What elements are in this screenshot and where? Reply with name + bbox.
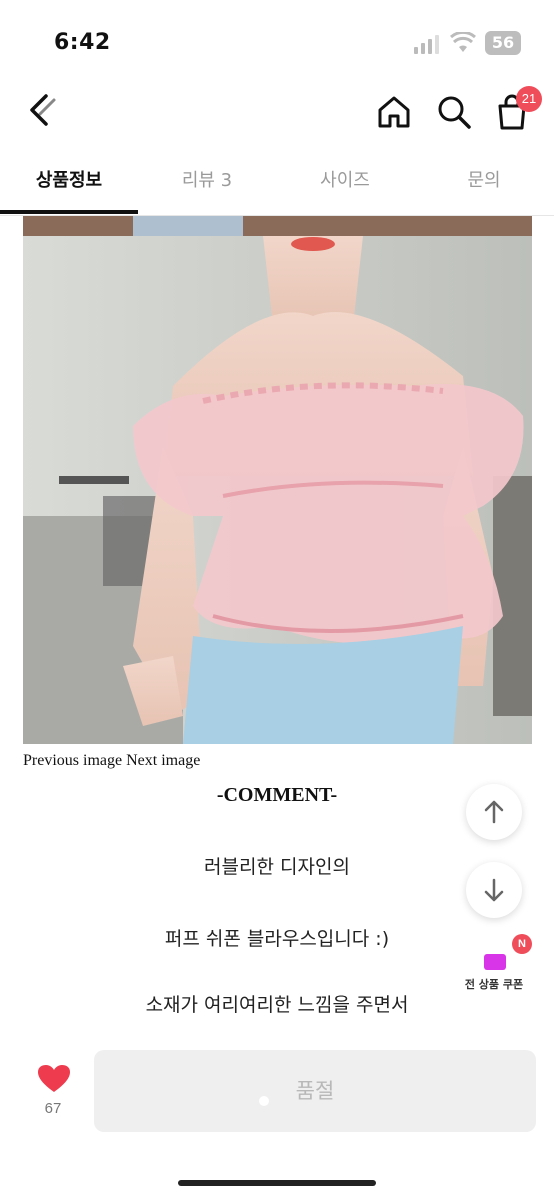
wifi-icon (450, 32, 476, 52)
coupon-icon (484, 954, 506, 970)
product-tabs: 상품정보 리뷰 3 사이즈 문의 (0, 156, 554, 216)
arrow-up-icon (484, 800, 504, 824)
tab-active-indicator (0, 210, 138, 214)
cellular-signal-icon (414, 35, 439, 54)
battery-indicator: 56 (485, 31, 521, 55)
tab-product-info[interactable]: 상품정보 (0, 156, 138, 214)
back-icon[interactable] (22, 90, 62, 130)
heart-icon (38, 1065, 70, 1092)
page-indicator-dot (259, 1096, 269, 1106)
tab-inquiry[interactable]: 문의 (414, 156, 554, 214)
scroll-top-button[interactable] (466, 784, 522, 840)
like-count: 67 (44, 1100, 62, 1117)
cart-count-badge: 21 (516, 86, 542, 112)
tab-size[interactable]: 사이즈 (276, 156, 414, 214)
coupon-label: 전 상품 쿠폰 (464, 978, 524, 991)
coupon-new-badge: N (512, 934, 532, 954)
image-navigation-text[interactable]: Previous image Next image (23, 752, 200, 770)
tab-reviews[interactable]: 리뷰 3 (138, 156, 276, 214)
home-icon[interactable] (374, 92, 414, 132)
product-photo-illustration (23, 216, 532, 744)
scroll-bottom-button[interactable] (466, 862, 522, 918)
product-image[interactable] (23, 216, 532, 744)
soldout-button[interactable]: 품절 (94, 1050, 536, 1132)
search-icon[interactable] (434, 92, 474, 132)
status-time: 6:42 (54, 30, 111, 55)
home-indicator (178, 1180, 376, 1186)
status-bar: 6:42 56 (0, 0, 554, 84)
top-navigation (0, 84, 554, 140)
arrow-down-icon (484, 878, 504, 902)
